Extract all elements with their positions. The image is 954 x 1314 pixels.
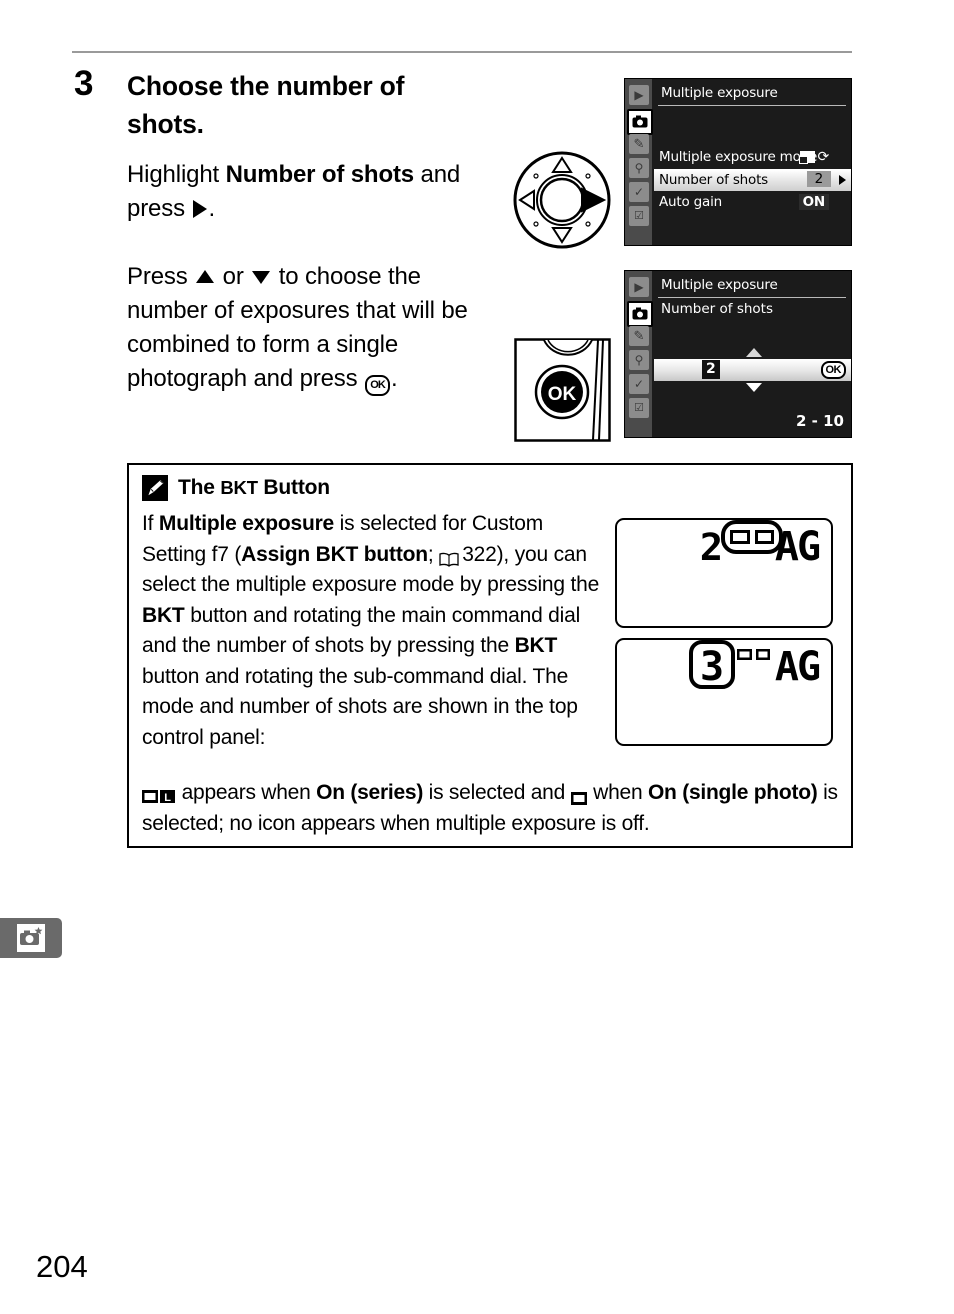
step-paragraph-2: Press or to choose the number of exposur…	[127, 260, 495, 396]
lcd2-sidebar: ▶ ✎ ⚲ ✓ ☑	[625, 271, 653, 437]
playback-icon[interactable]: ▶	[629, 85, 649, 105]
lcd-menu-screen-2: ▶ ✎ ⚲ ✓ ☑ Multiple exposure Number of sh…	[624, 270, 852, 438]
para2-b: or	[216, 263, 251, 290]
recent-settings-icon[interactable]: ☑	[629, 398, 649, 418]
note-tail-1: appears when	[176, 781, 317, 804]
para2-d: .	[391, 365, 398, 392]
page-number: 204	[36, 1249, 88, 1284]
svg-text:OK: OK	[548, 384, 577, 405]
lcd2-title-rule	[658, 297, 846, 298]
lcd1-row-number-of-shots[interactable]: Number of shots 2	[654, 169, 851, 191]
para2-a: Press	[127, 263, 195, 290]
retouch-icon[interactable]: ✓	[629, 182, 649, 202]
note-body-bold-1: Multiple exposure	[158, 512, 335, 535]
pencil-icon	[142, 475, 168, 501]
note-tail-bold-2: On (single photo)	[647, 781, 818, 804]
svg-text:L: L	[164, 792, 171, 804]
lcd1-row-auto-gain[interactable]: Auto gain ON	[654, 192, 851, 213]
para1-bold-term: Number of shots	[225, 161, 415, 188]
lcd1-row-shots-label: Number of shots	[659, 172, 769, 188]
note-title-bkt: BKT	[220, 477, 258, 498]
lcd1-title-rule	[658, 105, 846, 106]
setup-wrench-icon[interactable]: ⚲	[629, 350, 649, 370]
step-paragraph-1: Highlight Number of shots and press .	[127, 158, 495, 226]
para1-pre: Highlight	[127, 161, 226, 188]
note-title: The BKT Button	[178, 476, 330, 500]
step-title: Choose the number of shots.	[127, 71, 405, 139]
lcd2-decrement-arrow-icon[interactable]	[746, 383, 762, 392]
ok-button-diagram: OK	[514, 338, 611, 442]
note-tail-3: when	[587, 781, 648, 804]
multi-frame-icon	[799, 151, 816, 164]
on-single-photo-icon	[570, 784, 588, 805]
lcd2-range-label: 2 - 10	[796, 412, 844, 430]
page-top-rule	[72, 51, 852, 53]
para1-post: .	[208, 195, 215, 222]
triangle-right-icon	[193, 199, 208, 218]
lcd1-sidebar: ▶ ✎ ⚲ ✓ ☑	[625, 79, 653, 245]
camera-star-icon	[17, 924, 45, 952]
step-number: 3	[74, 64, 93, 103]
cpanel2-digit-glyph: 3	[700, 644, 724, 690]
custom-setting-pencil-icon[interactable]: ✎	[629, 326, 649, 346]
lcd2-subtitle: Number of shots	[661, 301, 774, 317]
note-body-page-ref: 322	[462, 542, 497, 566]
note-title-lead: The	[178, 476, 221, 499]
lcd-menu-screen-1: ▶ ✎ ⚲ ✓ ☑ Multiple exposure Multiple exp…	[624, 78, 852, 246]
note-body-3: ;	[427, 542, 440, 566]
lcd2-value: 2	[702, 360, 720, 379]
custom-setting-pencil-icon[interactable]: ✎	[629, 134, 649, 154]
note-body-bold-3: BKT	[142, 603, 185, 627]
note-body: If Multiple exposure is selected for Cus…	[142, 509, 604, 753]
playback-icon[interactable]: ▶	[629, 277, 649, 297]
top-control-panel-2: 3 AG 3 AG	[615, 638, 833, 746]
retouch-icon[interactable]: ✓	[629, 374, 649, 394]
setup-wrench-icon[interactable]: ⚲	[629, 158, 649, 178]
cpanel2-suffix-glyph: AG	[775, 644, 820, 690]
ok-button-icon: OK	[365, 375, 391, 396]
note-tail-bold-1: On (series)	[316, 781, 424, 804]
note-tail-2: is selected and	[423, 781, 571, 804]
top-control-panel-1: 2 AG 2 AG	[615, 518, 833, 628]
multi-selector-diagram	[512, 150, 612, 250]
lcd1-title: Multiple exposure	[661, 85, 778, 101]
lcd1-row-mode-label: Multiple exposure mode	[659, 149, 818, 165]
recent-settings-icon[interactable]: ☑	[629, 206, 649, 226]
chevron-right-icon	[839, 175, 846, 185]
lcd1-row-gain-label: Auto gain	[659, 194, 722, 210]
on-series-icon: L	[142, 783, 176, 804]
book-reference-icon	[439, 546, 459, 568]
cycle-arrows-icon: ⟳	[817, 149, 829, 165]
note-body-bold-4: BKT	[514, 634, 558, 657]
note-tail: L appears when On (series) is selected a…	[142, 777, 842, 839]
lcd1-row-gain-value: ON	[798, 194, 829, 210]
triangle-up-icon	[196, 270, 215, 284]
note-body-1: If	[142, 512, 159, 535]
lcd2-title: Multiple exposure	[661, 277, 778, 293]
lcd1-row-mode-value: ⟳	[799, 149, 829, 165]
shooting-menu-icon[interactable]	[627, 301, 653, 327]
chapter-tab	[0, 918, 62, 958]
note-body-6: button and rotating the sub-command dial…	[142, 664, 578, 749]
lcd2-increment-arrow-icon[interactable]	[746, 348, 762, 357]
lcd2-ok-badge[interactable]: OK	[820, 361, 846, 379]
note-body-bold-2: Assign BKT button	[241, 542, 428, 566]
cpanel1-digit-glyph: 2	[700, 526, 723, 569]
note-title-tail: Button	[257, 476, 330, 499]
triangle-down-icon	[252, 271, 271, 285]
shooting-menu-icon[interactable]	[627, 109, 653, 135]
lcd1-row-shots-value: 2	[806, 171, 831, 187]
note-header: The BKT Button	[142, 475, 330, 501]
lcd1-row-mode[interactable]: Multiple exposure mode ⟳	[654, 147, 851, 168]
